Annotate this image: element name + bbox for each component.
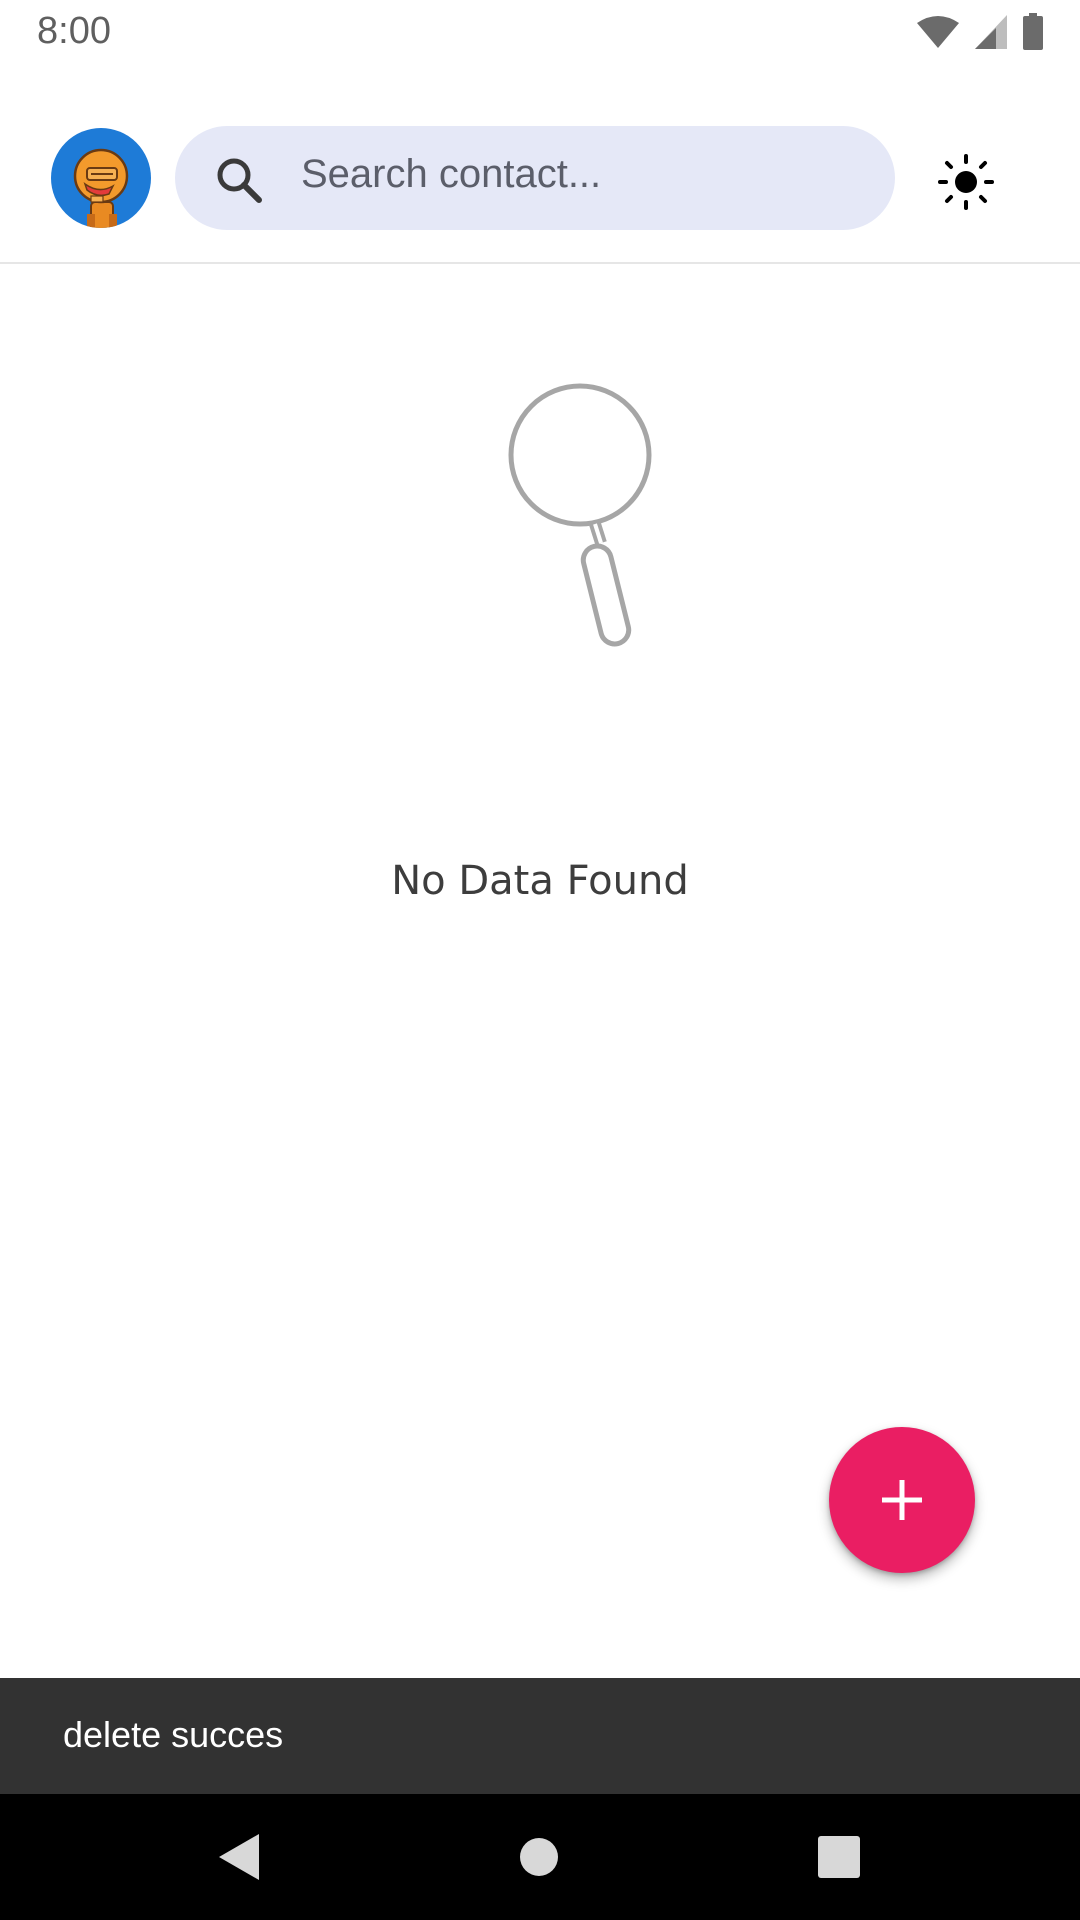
avatar[interactable]: [51, 128, 151, 228]
status-icons: [916, 12, 1044, 52]
add-contact-button[interactable]: [829, 1427, 975, 1573]
magnifier-icon: [508, 383, 652, 647]
recents-icon[interactable]: [814, 1832, 864, 1882]
top-app-bar: Search contact...: [0, 110, 1080, 264]
search-input[interactable]: Search contact...: [301, 152, 601, 197]
status-bar: 8:00: [0, 0, 1080, 64]
sun-icon[interactable]: [938, 154, 994, 210]
snackbar-message: delete succes: [63, 1714, 284, 1755]
plus-icon: [882, 1480, 922, 1520]
home-icon[interactable]: [514, 1832, 564, 1882]
system-nav-bar: [0, 1794, 1080, 1920]
snackbar: delete succes: [0, 1678, 1080, 1794]
status-time: 8:00: [37, 10, 111, 52]
battery-icon: [1023, 13, 1043, 50]
cellular-signal-icon: [975, 15, 1007, 49]
search-bar[interactable]: Search contact...: [175, 126, 895, 230]
empty-state-message: No Data Found: [391, 858, 689, 904]
back-icon[interactable]: [215, 1832, 265, 1882]
screen: 8:00 Search contact... No Data Found del…: [0, 0, 1080, 1920]
search-icon: [217, 158, 262, 203]
robot-avatar-icon: [73, 148, 129, 228]
wifi-icon: [917, 16, 959, 48]
